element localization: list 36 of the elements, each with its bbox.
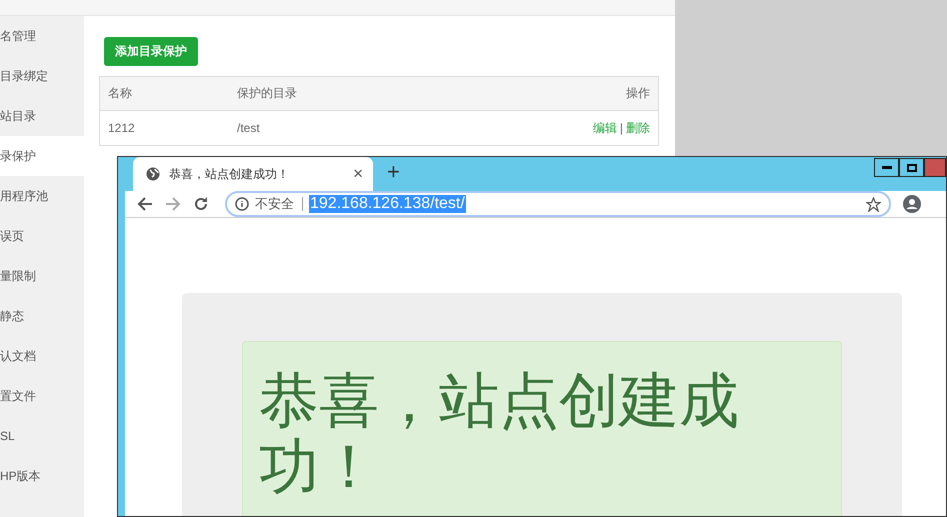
sidebar-item[interactable]: 量限制: [0, 256, 84, 296]
sidebar-item[interactable]: 静态: [0, 296, 84, 336]
sidebar-item[interactable]: 录保护: [0, 136, 84, 176]
column-header: 名称: [100, 76, 229, 110]
browser-tab[interactable]: 恭喜，站点创建成功！ ×: [133, 157, 373, 191]
back-arrow-icon[interactable]: [137, 196, 153, 212]
info-icon: [235, 197, 249, 211]
reload-icon[interactable]: [193, 196, 209, 212]
sidebar-item[interactable]: 目录绑定: [0, 56, 84, 96]
tab-title: 恭喜，站点创建成功！: [169, 166, 290, 182]
security-label: 不安全: [255, 197, 303, 211]
table-cell: 1212: [100, 110, 229, 146]
url-text: 192.168.126.138/test/: [309, 195, 466, 213]
sidebar-item[interactable]: 名管理: [0, 16, 84, 56]
star-icon[interactable]: [866, 196, 881, 212]
account-icon[interactable]: [903, 195, 921, 213]
dash-icon: [882, 166, 892, 169]
sidebar-item[interactable]: HP版本: [0, 456, 84, 496]
minimize-button[interactable]: [874, 158, 899, 177]
column-header: 保护的目录: [229, 76, 448, 110]
tab-close-button[interactable]: ×: [353, 164, 363, 184]
close-button[interactable]: [924, 158, 946, 177]
sidebar-item[interactable]: SL: [0, 416, 84, 456]
sidebar-item[interactable]: 站目录: [0, 96, 84, 136]
new-tab-button[interactable]: +: [387, 159, 400, 185]
sidebar-item[interactable]: 误页: [0, 216, 84, 256]
globe-icon: [146, 167, 160, 181]
sidebar-item[interactable]: 用程序池: [0, 176, 84, 216]
sidebar-item[interactable]: 置文件: [0, 376, 84, 416]
sidebar-item[interactable]: 认文档: [0, 336, 84, 376]
column-header: 操作: [447, 76, 658, 110]
table-cell: /test: [229, 110, 448, 146]
success-heading: 恭喜，站点创建成功！: [259, 368, 740, 500]
square-icon: [906, 164, 916, 172]
separator-text: |: [620, 120, 623, 134]
maximize-button[interactable]: [899, 158, 924, 177]
